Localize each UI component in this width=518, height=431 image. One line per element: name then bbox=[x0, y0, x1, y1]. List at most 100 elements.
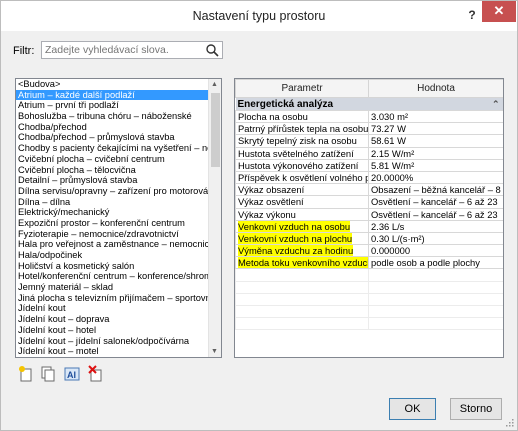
parameter-name-text: Výkaz osvětlení bbox=[238, 196, 304, 208]
title-bar[interactable]: Nastavení typu prostoru ? ✕ bbox=[1, 1, 517, 31]
search-input[interactable] bbox=[42, 42, 202, 58]
parameter-name: Výkaz výkonu bbox=[235, 207, 369, 221]
parameter-row[interactable]: Výkaz osvětlení Osvětlení – kancelář – 6 … bbox=[235, 195, 503, 209]
parameter-row[interactable]: Metoda toku venkovního vzduchu podle osob… bbox=[235, 256, 503, 270]
scroll-thumb[interactable] bbox=[211, 93, 220, 167]
search-icon[interactable] bbox=[205, 43, 219, 57]
list-item[interactable]: Bohoslužba – tribuna chóru – náboženské bbox=[16, 111, 221, 122]
svg-text:AI: AI bbox=[67, 370, 76, 380]
parameter-name-text: Výměna vzduchu za hodinu bbox=[238, 245, 354, 257]
parameters-table: Parametr Hodnota Energetická analýza ⌃ P… bbox=[235, 79, 503, 331]
scroll-up-icon[interactable]: ▲ bbox=[211, 81, 218, 88]
list-item[interactable]: Jídelní kout – doprava bbox=[16, 314, 221, 325]
column-header-parameter[interactable]: Parametr bbox=[235, 79, 369, 98]
parameter-value[interactable]: 5.81 W/m² bbox=[368, 158, 503, 172]
parameter-name-text: Hustota výkonového zatížení bbox=[238, 159, 359, 171]
parameter-name-text: Patrný přírůstek tepla na osobu bbox=[238, 123, 369, 135]
parameter-name-text: Venkovní vzduch na osobu bbox=[238, 220, 351, 232]
parameter-row[interactable]: Patrný přírůstek tepla na osobu 73.27 W bbox=[235, 122, 503, 136]
empty-row bbox=[235, 268, 503, 282]
parameter-row[interactable]: Venkovní vzduch na plochu 0.30 L/(s·m²) bbox=[235, 231, 503, 246]
list-item[interactable]: Cvičební plocha – cvičební centrum bbox=[16, 154, 221, 165]
parameter-value[interactable]: 20.0000% bbox=[368, 170, 503, 185]
list-item[interactable]: Holičství a kosmetický salón bbox=[16, 261, 221, 272]
list-item[interactable]: Jídelní kout bbox=[16, 303, 221, 314]
filter-field[interactable] bbox=[41, 41, 223, 59]
parameter-name: Plocha na osobu bbox=[235, 109, 369, 124]
parameter-row[interactable]: Hustota světelného zatížení 2.15 W/m² bbox=[235, 146, 503, 160]
list-item[interactable]: <Budova> bbox=[16, 79, 221, 90]
parameter-name-text: Příspěvek k osvětlení volného prostoru bbox=[238, 172, 368, 184]
parameter-row[interactable]: Skrytý tepelný zisk na osobu 58.61 W bbox=[235, 134, 503, 148]
list-item[interactable]: Jemný materiál – sklad bbox=[16, 282, 221, 293]
list-item[interactable]: Dílna servisu/opravny – zařízení pro mot… bbox=[16, 186, 221, 197]
delete-icon[interactable] bbox=[87, 365, 105, 383]
parameter-value[interactable]: Obsazení – běžná kancelář – 8 bbox=[368, 183, 503, 197]
list-item[interactable]: Dílna – dílna bbox=[16, 197, 221, 208]
list-item[interactable]: Chodba/přechod bbox=[16, 122, 221, 133]
resize-grip-icon[interactable] bbox=[505, 418, 514, 427]
parameter-name: Výkaz obsazení bbox=[235, 183, 369, 197]
ok-button[interactable]: OK bbox=[389, 398, 436, 420]
collapse-icon[interactable]: ⌃ bbox=[492, 99, 500, 110]
parameter-value[interactable]: Osvětlení – kancelář – 6 až 23 bbox=[368, 207, 503, 221]
parameter-value[interactable]: 3.030 m² bbox=[368, 109, 503, 124]
parameter-row[interactable]: Příspěvek k osvětlení volného prostoru20… bbox=[235, 170, 503, 185]
group-header[interactable]: Energetická analýza ⌃ bbox=[235, 97, 503, 111]
empty-row bbox=[235, 304, 503, 319]
list-item[interactable]: Jídelní kout – motel bbox=[16, 346, 221, 357]
space-type-list[interactable]: <Budova> Atrium – každé další podlaží Atri… bbox=[15, 78, 222, 358]
parameter-value[interactable]: 73.27 W bbox=[368, 122, 503, 136]
list-item[interactable]: Chodby s pacienty čekajícími na vyšetřen… bbox=[16, 143, 221, 154]
parameter-row[interactable]: Plocha na osobu 3.030 m² bbox=[235, 109, 503, 124]
parameter-name-text: Metoda toku venkovního vzduchu bbox=[238, 257, 368, 268]
window-title: Nastavení typu prostoru bbox=[192, 9, 326, 23]
list-item[interactable]: Jídelní kout – občanská vybavenost bbox=[16, 357, 221, 358]
group-title: Energetická analýza bbox=[237, 98, 334, 110]
list-item[interactable]: Jídelní kout – jídelní salonek/odpočívár… bbox=[16, 336, 221, 347]
parameter-value[interactable]: podle osob a podle plochy bbox=[368, 256, 503, 270]
cancel-button[interactable]: Storno bbox=[450, 398, 502, 420]
rename-icon[interactable]: AI bbox=[63, 365, 81, 383]
parameter-row[interactable]: Výkaz obsazení Obsazení – běžná kancelář … bbox=[235, 183, 503, 197]
parameter-row[interactable]: Výkaz výkonu Osvětlení – kancelář – 6 až … bbox=[235, 207, 503, 221]
parameter-value[interactable]: 2.15 W/m² bbox=[368, 146, 503, 160]
scroll-down-icon[interactable]: ▼ bbox=[211, 348, 218, 355]
list-item[interactable]: Cvičební plocha – tělocvična bbox=[16, 165, 221, 176]
list-item[interactable]: Elektrický/mechanický bbox=[16, 207, 221, 218]
parameter-name: Venkovní vzduch na plochu bbox=[235, 231, 369, 246]
parameter-name-text: Výkaz výkonu bbox=[238, 208, 296, 220]
new-type-icon[interactable] bbox=[17, 365, 35, 383]
list-item[interactable]: Hala/odpočinek bbox=[16, 250, 221, 261]
parameter-name-text: Plocha na osobu bbox=[238, 111, 308, 123]
list-item[interactable]: Expoziční prostor – konferenční centrum bbox=[16, 218, 221, 229]
parameter-name: Hustota světelného zatížení bbox=[235, 146, 369, 160]
list-item[interactable]: Atrium – první tři podlaží bbox=[16, 100, 221, 111]
list-item[interactable]: Fyzioterapie – nemocnice/zdravotnictví bbox=[16, 229, 221, 240]
list-item[interactable]: Hala pro veřejnost a zaměstnance – nemoc… bbox=[16, 239, 221, 250]
parameter-name-text: Venkovní vzduch na plochu bbox=[238, 232, 353, 244]
help-button[interactable]: ? bbox=[463, 5, 481, 25]
parameter-row[interactable]: Výměna vzduchu za hodinu 0.000000 bbox=[235, 244, 503, 258]
parameter-row[interactable]: Hustota výkonového zatížení 5.81 W/m² bbox=[235, 158, 503, 172]
list-item[interactable]: Chodba/přechod – průmyslová stavba bbox=[16, 132, 221, 143]
list-item[interactable]: Hotel/konferenční centrum – konference/s… bbox=[16, 271, 221, 282]
parameter-row[interactable]: Venkovní vzduch na osobu 2.36 L/s bbox=[235, 219, 503, 233]
parameter-value[interactable]: 58.61 W bbox=[368, 134, 503, 148]
list-scrollbar[interactable]: ▲ ▼ bbox=[208, 79, 221, 357]
column-header-value[interactable]: Hodnota bbox=[368, 79, 503, 98]
list-item[interactable]: Jiná plocha s televizním přijímačem – sp… bbox=[16, 293, 221, 304]
parameter-value[interactable]: 0.30 L/(s·m²) bbox=[368, 231, 503, 246]
list-item[interactable]: Atrium – každé další podlaží bbox=[16, 89, 221, 101]
parameter-name-text: Skrytý tepelný zisk na osobu bbox=[238, 135, 357, 147]
parameter-name: Patrný přírůstek tepla na osobu bbox=[235, 122, 369, 136]
close-button[interactable]: ✕ bbox=[482, 1, 516, 22]
filter-label: Filtr: bbox=[13, 45, 35, 57]
parameter-value[interactable]: Osvětlení – kancelář – 6 až 23 bbox=[368, 195, 503, 209]
list-item[interactable]: Jídelní kout – hotel bbox=[16, 325, 221, 336]
list-item[interactable]: Detailní – průmyslová stavba bbox=[16, 175, 221, 186]
parameter-value[interactable]: 0.000000 bbox=[368, 244, 503, 258]
parameter-value[interactable]: 2.36 L/s bbox=[368, 219, 503, 233]
duplicate-icon[interactable] bbox=[39, 365, 57, 383]
dialog-window: Nastavení typu prostoru ? ✕ Filtr: <Budo… bbox=[0, 0, 518, 431]
